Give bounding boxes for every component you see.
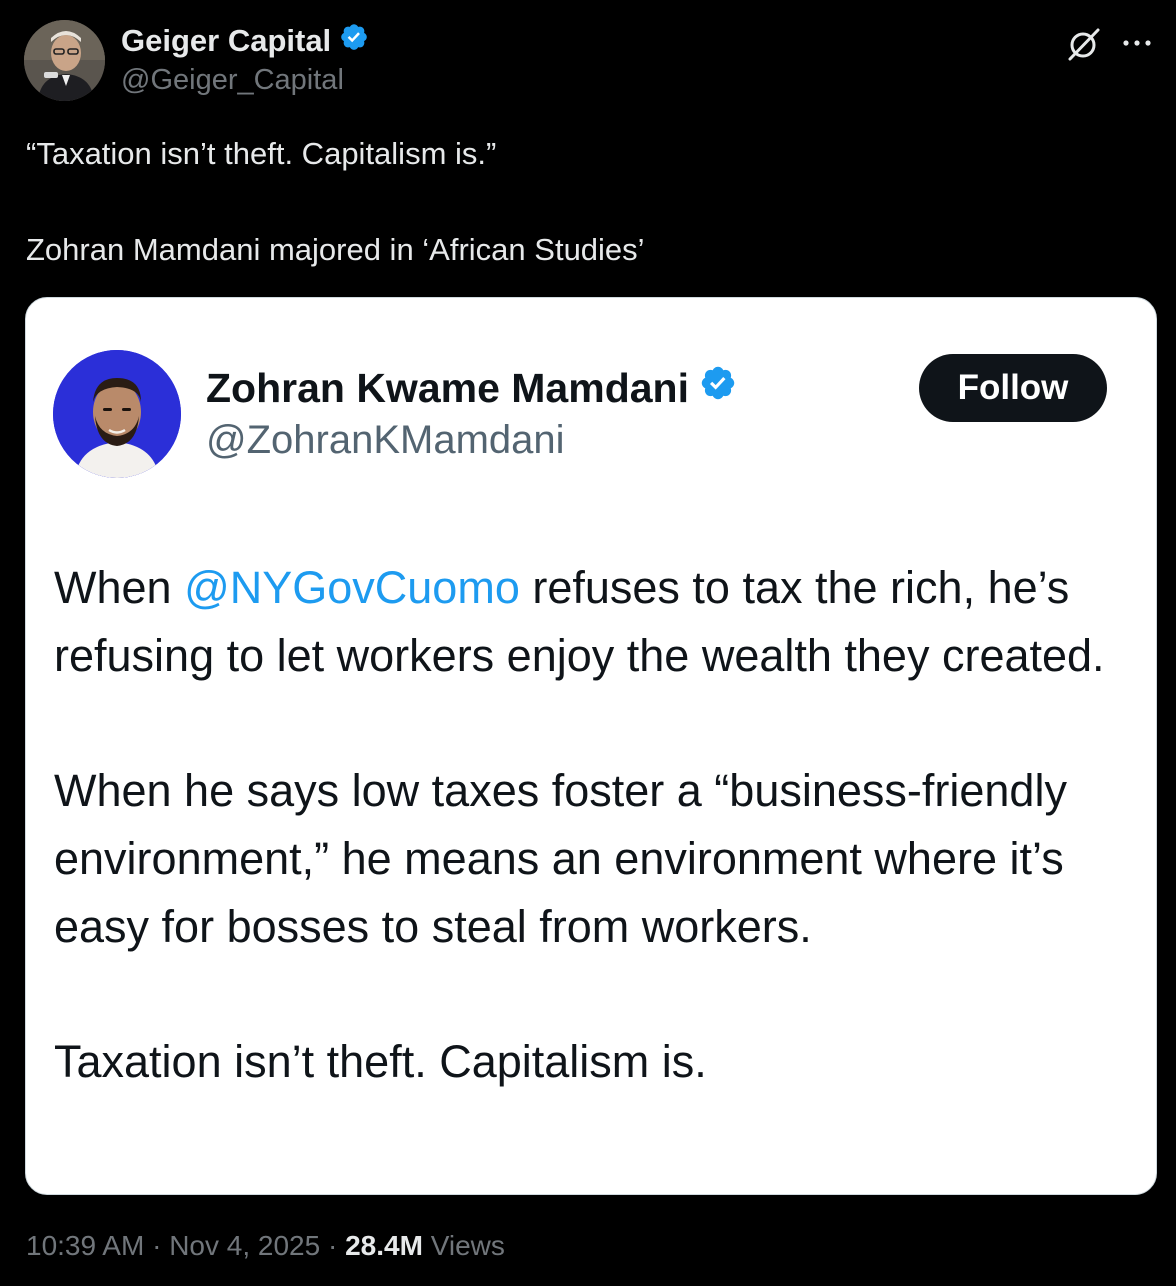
verified-badge-icon (339, 22, 369, 60)
tweet-date[interactable]: Nov 4, 2025 (169, 1230, 320, 1261)
quoted-paragraph: When @NYGovCuomo refuses to tax the rich… (54, 554, 1139, 690)
quoted-paragraph: When he says low taxes foster a “busines… (54, 765, 1067, 952)
views-count: 28.4M (345, 1230, 423, 1261)
views-label: Views (422, 1230, 505, 1261)
author-handle[interactable]: @Geiger_Capital (121, 64, 344, 97)
quoted-author-handle[interactable]: @ZohranKMamdani (206, 418, 565, 463)
quoted-author-avatar[interactable] (53, 350, 181, 478)
separator: · (320, 1230, 346, 1261)
quoted-paragraph: Taxation isn’t theft. Capitalism is. (54, 1036, 707, 1087)
quoted-tweet-card[interactable]: Zohran Kwame Mamdani @ZohranKMamdani Fol… (25, 297, 1157, 1195)
more-icon[interactable] (1120, 36, 1154, 48)
quoted-author-name-text: Zohran Kwame Mamdani (206, 364, 689, 411)
author-name[interactable]: Geiger Capital (121, 22, 369, 60)
tweet-meta: 10:39 AM · Nov 4, 2025 · 28.4M Views (26, 1230, 505, 1262)
tweet-text-line: “Taxation isn’t theft. Capitalism is.” (26, 136, 497, 171)
quoted-author-name[interactable]: Zohran Kwame Mamdani (206, 364, 737, 412)
follow-button[interactable]: Follow (919, 354, 1107, 422)
verified-badge-icon (699, 364, 737, 412)
tweet: Geiger Capital @Geiger_Capital “Taxation… (0, 0, 1176, 1286)
mention-link[interactable]: @NYGovCuomo (184, 562, 520, 613)
separator: · (144, 1230, 170, 1261)
author-avatar[interactable] (24, 20, 105, 101)
tweet-text-line: Zohran Mamdani majored in ‘African Studi… (26, 232, 645, 267)
quoted-text-segment: When (54, 562, 185, 613)
author-name-text: Geiger Capital (121, 23, 332, 58)
quoted-tweet-text: When @NYGovCuomo refuses to tax the rich… (54, 554, 1139, 1096)
tweet-time[interactable]: 10:39 AM (26, 1230, 144, 1261)
grok-icon[interactable] (1064, 24, 1104, 64)
